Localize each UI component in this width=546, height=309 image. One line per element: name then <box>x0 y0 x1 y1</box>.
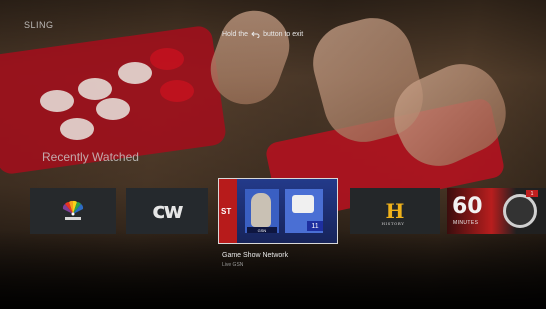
white-piece <box>118 62 152 84</box>
brand-logo: SLING <box>24 20 54 30</box>
tv-home-screen: SLING Hold the button to exit Recently W… <box>0 0 546 309</box>
channel-tile-cw[interactable]: cw <box>126 188 208 234</box>
channel-tile-60-minutes[interactable]: 60 MINUTES 1 <box>447 188 546 234</box>
sixty-number: 60 <box>452 194 483 219</box>
thumb-host <box>251 193 271 227</box>
section-title: Recently Watched <box>42 150 139 164</box>
history-letter: H <box>385 199 405 223</box>
red-piece <box>160 80 194 102</box>
sixty-minutes-logo: 60 MINUTES 1 <box>447 188 546 234</box>
white-piece <box>78 78 112 100</box>
history-wordmark: HISTORY <box>381 221 405 226</box>
history-logo: H HISTORY <box>382 199 405 226</box>
nbc-peacock-icon <box>59 200 87 222</box>
exit-hint-prefix: Hold the <box>222 31 249 38</box>
cw-logo: cw <box>152 198 183 224</box>
channel-tile-gsn-focused[interactable]: ST 11 GSN <box>218 178 338 244</box>
thumb-left-text: ST <box>221 207 232 216</box>
white-piece <box>96 98 130 120</box>
focused-channel-title: Game Show Network <box>222 252 289 259</box>
red-piece <box>150 48 184 70</box>
exit-hint: Hold the button to exit <box>222 31 304 39</box>
stopwatch-icon <box>503 194 537 228</box>
sixty-minutes-label: MINUTES <box>453 220 479 226</box>
white-piece <box>40 90 74 112</box>
channel-tile-nbc[interactable] <box>30 188 116 234</box>
thumb-bar: GSN <box>247 227 277 233</box>
white-piece <box>60 118 94 140</box>
exit-hint-suffix: button to exit <box>263 31 304 38</box>
focused-channel-subtitle: Live GSN <box>222 262 244 268</box>
back-arrow-icon <box>251 31 260 39</box>
channel-tile-history[interactable]: H HISTORY <box>350 188 440 234</box>
dice-icon <box>292 195 314 213</box>
notification-badge: 1 <box>526 190 538 197</box>
thumb-number: 11 <box>307 221 323 231</box>
